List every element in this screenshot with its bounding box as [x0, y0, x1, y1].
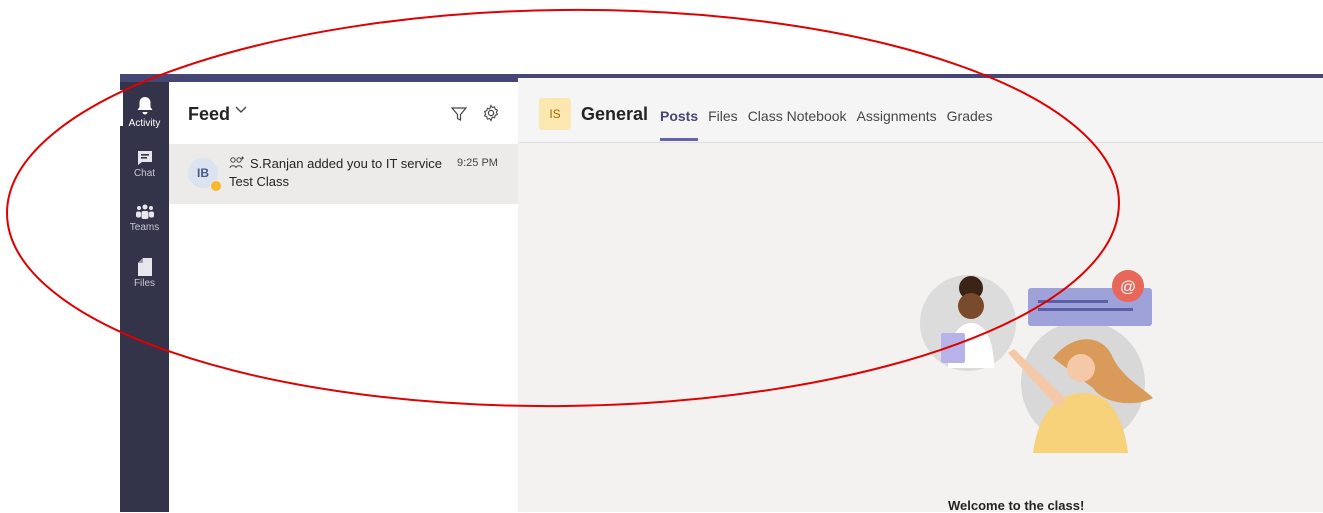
feed-header: Feed — [169, 82, 518, 142]
rail-label: Teams — [129, 222, 160, 233]
feed-title[interactable]: Feed — [188, 104, 230, 125]
file-icon — [137, 258, 152, 276]
rail-item-files[interactable]: Files — [120, 250, 169, 300]
channel-name: General — [581, 104, 649, 124]
feed-item-text: S.Ranjan added you to IT service — [250, 156, 442, 171]
tab-grades[interactable]: Grades — [947, 108, 993, 124]
tab-posts[interactable]: Posts — [660, 108, 699, 141]
tab-class-notebook[interactable]: Class Notebook — [748, 108, 847, 124]
welcome-message: Welcome to the class! — [948, 498, 1085, 513]
add-member-icon — [229, 156, 244, 169]
feed-item-subtitle: Test Class — [229, 174, 289, 189]
channel-view: IS General Posts Files Class Notebook As… — [518, 78, 1323, 513]
teams-icon — [135, 204, 154, 219]
title-bar — [120, 74, 518, 82]
channel-tabs: Posts Files Class Notebook Assignments G… — [660, 108, 1003, 141]
chevron-down-icon[interactable] — [235, 106, 247, 114]
rail-label: Activity — [128, 118, 161, 129]
activity-feed-panel: Feed IB S.Ranjan added you to IT service… — [169, 82, 518, 512]
svg-text:@: @ — [1120, 279, 1136, 296]
filter-icon[interactable] — [451, 106, 467, 122]
rail-label: Chat — [133, 168, 156, 179]
feed-item-time: 9:25 PM — [457, 157, 498, 169]
rail-item-activity[interactable]: Activity — [120, 88, 169, 138]
gear-icon[interactable] — [482, 104, 500, 122]
chat-icon — [137, 151, 152, 165]
rail-label: Files — [133, 278, 156, 289]
rail-item-teams[interactable]: Teams — [120, 196, 169, 246]
team-avatar: IS — [539, 98, 571, 130]
welcome-illustration: @ — [920, 270, 1153, 453]
app-rail: Activity Chat Teams Files — [120, 82, 169, 512]
bell-icon — [137, 97, 152, 115]
rail-item-chat[interactable]: Chat — [120, 142, 169, 192]
status-badge — [210, 180, 222, 192]
tab-assignments[interactable]: Assignments — [857, 108, 937, 124]
channel-header: IS General Posts Files Class Notebook As… — [518, 78, 1323, 143]
tab-files[interactable]: Files — [708, 108, 738, 124]
feed-item[interactable]: IB S.Ranjan added you to IT service 9:25… — [169, 144, 518, 204]
